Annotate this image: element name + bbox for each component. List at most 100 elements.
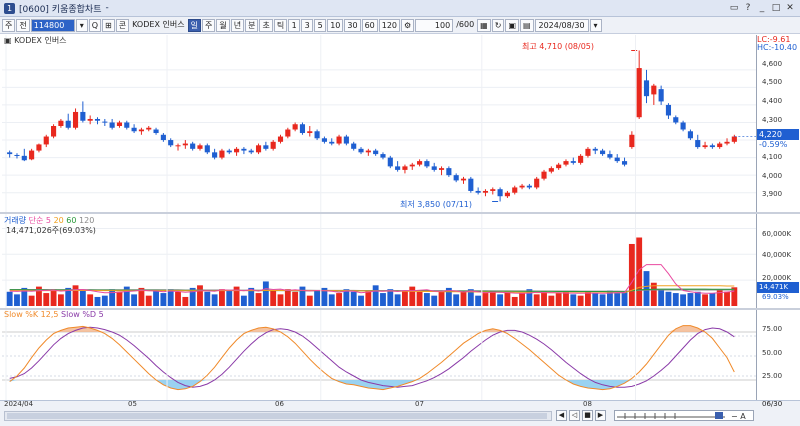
window-title: [0600] 키움종합차트	[19, 4, 102, 15]
period-month-button[interactable]: 월	[216, 18, 230, 32]
volume-bar	[226, 290, 233, 306]
volume-bar	[636, 237, 643, 306]
candle-body	[43, 136, 49, 145]
grid-icon[interactable]: ▦	[477, 18, 491, 32]
candle-body	[212, 152, 218, 158]
minimize-icon[interactable]: _	[756, 2, 768, 14]
date-dropdown-icon[interactable]: ▾	[589, 18, 602, 32]
volume-bar	[28, 295, 35, 306]
volume-bar	[270, 290, 277, 306]
volume-panel[interactable]: 거래량 단순 5 20 60 120 14,471,026주(69.03%)	[2, 214, 756, 308]
candle-body	[204, 145, 210, 153]
scope-mode-button[interactable]: 전	[16, 18, 30, 32]
calendar-icon[interactable]: ▤	[520, 18, 534, 32]
candle-body	[58, 120, 64, 126]
zoom-range-control[interactable]: − A	[614, 410, 754, 421]
settings-icon[interactable]: ⚙	[401, 18, 415, 32]
code-dropdown-icon[interactable]: ▾	[75, 18, 88, 32]
volume-bar	[204, 291, 211, 306]
period-minute-button[interactable]: 분	[245, 18, 259, 32]
price-panel[interactable]: ▣ KODEX 인버스 최고 4,710 (08/05) 최저 3,850 (0…	[2, 35, 756, 212]
stochastic-panel[interactable]: Slow %K 12,5 Slow %D 5	[2, 310, 756, 400]
price-candlestick-chart	[2, 35, 756, 212]
volume-bar	[182, 296, 189, 306]
help-icon[interactable]: ?	[742, 2, 754, 14]
interval-3-button[interactable]: 3	[301, 18, 314, 32]
current-change: -0.59%	[759, 140, 788, 149]
restore-icon[interactable]: ▭	[728, 2, 740, 14]
window-title-suffix: -	[105, 3, 109, 13]
candle-body	[182, 143, 188, 146]
price-tick: 4,000	[762, 172, 783, 180]
close-icon[interactable]: ✕	[784, 2, 796, 14]
candle-body	[94, 118, 101, 121]
save-icon[interactable]: ▣	[505, 18, 519, 32]
volume-bar	[431, 295, 438, 306]
interval-5-button[interactable]: 5	[314, 18, 327, 32]
svg-text:− A: − A	[731, 412, 746, 420]
volume-bar	[658, 289, 665, 306]
candle-body	[409, 164, 415, 167]
candle-body	[51, 126, 57, 137]
interval-1-button[interactable]: 1	[288, 18, 301, 32]
volume-bar	[409, 286, 416, 306]
menu-mode-button[interactable]: 주	[2, 18, 16, 32]
stop-icon[interactable]: ■	[582, 410, 593, 421]
candle-body	[417, 161, 423, 165]
candle-body	[460, 178, 467, 181]
volume-bar	[724, 291, 730, 306]
candle-body	[431, 166, 437, 170]
prev-icon[interactable]: ◁	[569, 410, 580, 421]
volume-bar	[548, 295, 555, 306]
volume-bar	[6, 291, 13, 306]
period-week-button[interactable]: 주	[201, 18, 216, 32]
interval-10-button[interactable]: 10	[327, 18, 344, 32]
interval-60-button[interactable]: 60	[361, 18, 378, 32]
candle-body	[578, 155, 584, 163]
candle-body	[87, 118, 93, 121]
search-icon[interactable]: Q	[88, 18, 102, 32]
volume-legend-ma20: 20	[53, 216, 64, 225]
volume-current-pct: 69.03%	[762, 293, 789, 301]
volume-bar	[219, 289, 225, 306]
volume-bar	[72, 285, 79, 306]
volume-bar	[94, 296, 101, 306]
maximize-icon[interactable]: □	[770, 2, 782, 14]
link-icon[interactable]: ⊞	[102, 18, 115, 32]
candle-body	[585, 148, 591, 156]
volume-bar	[694, 291, 701, 306]
period-year-button[interactable]: 년	[230, 18, 245, 32]
candle-body	[146, 127, 152, 130]
volume-bar	[511, 296, 518, 306]
candle-body	[600, 150, 606, 155]
candle-body	[343, 136, 349, 144]
stock-code-input[interactable]: 114800	[30, 18, 75, 32]
candle-body	[197, 145, 203, 149]
candle-body	[226, 150, 232, 153]
next-icon[interactable]: ▶	[595, 410, 606, 421]
candle-body	[731, 136, 737, 142]
candle-body	[702, 145, 708, 148]
scrollbar-thumb[interactable]	[7, 413, 547, 419]
interval-120-button[interactable]: 120	[378, 18, 401, 32]
candle-body	[168, 140, 174, 146]
candle-body	[504, 192, 510, 197]
volume-axis: 60,000K 40,000K 20,000K 69.03%	[756, 214, 800, 308]
refresh-icon[interactable]: ↻	[491, 18, 505, 32]
volume-bar	[109, 289, 116, 306]
chart-scrollbar[interactable]	[4, 411, 552, 421]
volume-bar	[680, 294, 687, 306]
first-icon[interactable]: ◀	[556, 410, 567, 421]
period-day-button[interactable]: 일	[187, 18, 201, 32]
period-tick-button[interactable]: 틱	[273, 18, 288, 32]
candle-body	[307, 131, 313, 134]
date-input[interactable]: 2024/08/30	[534, 18, 589, 32]
period-second-button[interactable]: 초	[259, 18, 273, 32]
count-input[interactable]: 100	[415, 18, 454, 32]
candle-body	[395, 166, 401, 170]
candle-body	[329, 141, 335, 144]
stock-name: KODEX 인버스	[132, 19, 185, 29]
candle-body	[292, 124, 298, 130]
interval-30-button[interactable]: 30	[344, 18, 361, 32]
candle-body	[314, 131, 320, 139]
